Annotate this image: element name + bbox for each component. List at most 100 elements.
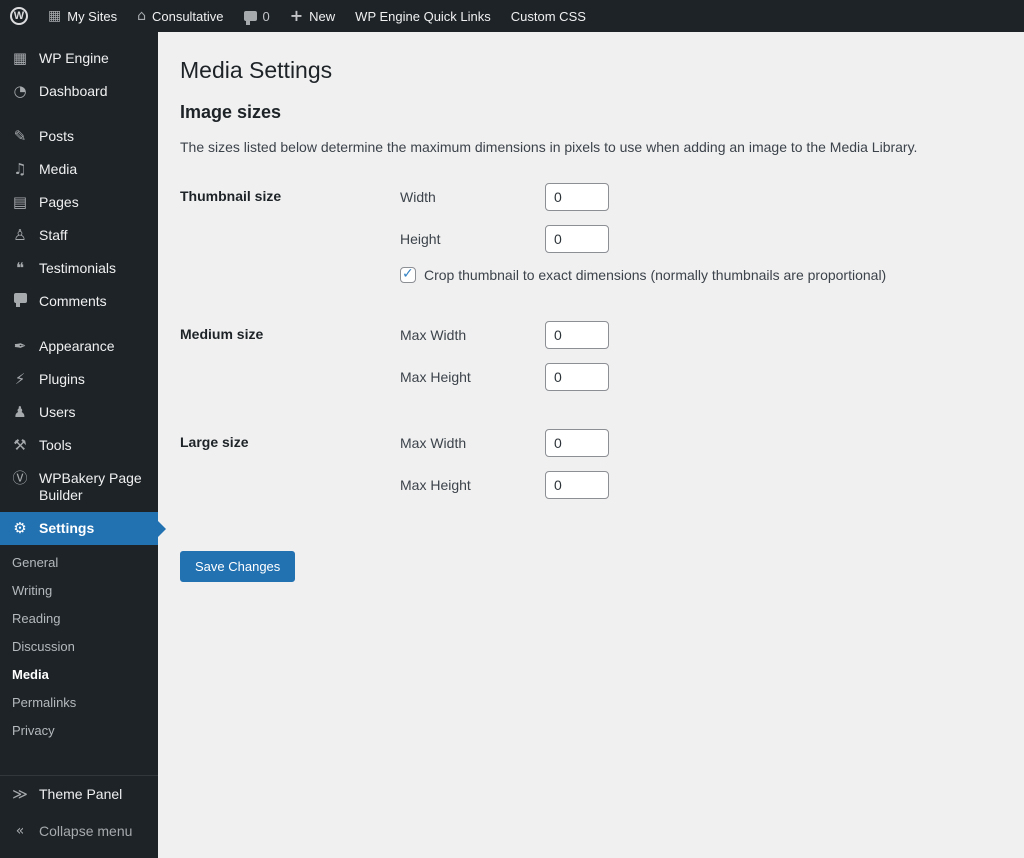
admin-sidebar: ▦ WP Engine ◔ Dashboard ✎ Posts ♫ Media … bbox=[0, 32, 158, 858]
submenu-item-general[interactable]: General bbox=[0, 549, 158, 577]
collapse-arrow-icon: « bbox=[15, 823, 25, 839]
submenu-item-permalinks[interactable]: Permalinks bbox=[0, 689, 158, 717]
wordpress-admin-screen: W ▦ My Sites ⌂ Consultative 0 + New WP E… bbox=[0, 0, 1024, 858]
thumbnail-size-label: Thumbnail size bbox=[180, 187, 282, 204]
comment-bubble-icon bbox=[10, 293, 30, 307]
plus-icon: + bbox=[289, 6, 304, 25]
sidebar-item-appearance[interactable]: ✒ Appearance bbox=[0, 330, 158, 363]
menu-separator bbox=[0, 108, 158, 120]
crop-thumbnail-label[interactable]: Crop thumbnail to exact dimensions (norm… bbox=[424, 267, 886, 283]
medium-size-fields: Max Width Max Height bbox=[400, 320, 609, 405]
large-max-height-input[interactable] bbox=[545, 470, 609, 499]
sidebar-item-label: Staff bbox=[39, 227, 68, 243]
brush-icon: ✒ bbox=[13, 337, 27, 355]
thumbnail-size-fields: Width Height Crop thumbnail to exact dim… bbox=[400, 182, 886, 297]
plugin-icon: ⚡ bbox=[14, 370, 26, 388]
height-label: Height bbox=[400, 230, 441, 247]
custom-css-menu[interactable]: Custom CSS bbox=[501, 0, 596, 32]
custom-css-label: Custom CSS bbox=[510, 8, 586, 24]
large-max-width-line: Max Width bbox=[400, 428, 609, 457]
sidebar-item-settings[interactable]: ⚙ Settings bbox=[0, 512, 158, 545]
large-size-row: Large size Max Width Max Height bbox=[180, 428, 1002, 513]
crop-thumbnail-checkbox[interactable] bbox=[400, 266, 416, 283]
max-width-label: Max Width bbox=[400, 434, 467, 451]
sidebar-item-users[interactable]: ♟ Users bbox=[0, 396, 158, 429]
thumbnail-size-row: Thumbnail size Width Height Crop thumbna… bbox=[180, 182, 1002, 297]
sidebar-item-label: Dashboard bbox=[39, 83, 108, 99]
sidebar-item-label: Pages bbox=[39, 194, 79, 210]
site-name-menu[interactable]: ⌂ Consultative bbox=[127, 0, 233, 32]
sidebar-item-label: Media bbox=[39, 161, 78, 177]
wordpress-logo-menu[interactable]: W bbox=[0, 0, 38, 32]
submenu-item-reading[interactable]: Reading bbox=[0, 605, 158, 633]
dashboard-gauge-icon: ◔ bbox=[13, 82, 27, 100]
sidebar-item-pages[interactable]: ▤ Pages bbox=[0, 186, 158, 219]
pages-icon: ▤ bbox=[12, 193, 28, 211]
max-width-label: Max Width bbox=[400, 326, 467, 343]
large-size-label: Large size bbox=[180, 433, 249, 450]
settings-gear-icon: ⚙ bbox=[13, 519, 27, 537]
sidebar-item-plugins[interactable]: ⚡ Plugins bbox=[0, 363, 158, 396]
width-label: Width bbox=[400, 188, 436, 205]
my-sites-menu[interactable]: ▦ My Sites bbox=[38, 0, 127, 32]
sidebar-item-wpbakery[interactable]: Ⓥ WPBakery Page Builder bbox=[0, 462, 158, 512]
sidebar-item-media[interactable]: ♫ Media bbox=[0, 153, 158, 186]
sidebar-item-dashboard[interactable]: ◔ Dashboard bbox=[0, 75, 158, 108]
new-label: New bbox=[309, 8, 336, 24]
image-sizes-description: The sizes listed below determine the max… bbox=[180, 138, 918, 155]
medium-max-width-line: Max Width bbox=[400, 320, 609, 349]
medium-max-height-input[interactable] bbox=[545, 362, 609, 391]
large-max-width-input[interactable] bbox=[545, 428, 609, 457]
sidebar-item-label: Comments bbox=[39, 293, 107, 309]
users-icon: ♟ bbox=[13, 403, 27, 421]
medium-max-height-line: Max Height bbox=[400, 362, 609, 391]
sidebar-item-testimonials[interactable]: ❝ Testimonials bbox=[0, 252, 158, 285]
max-height-label: Max Height bbox=[400, 368, 471, 385]
wp-engine-icon: ▦ bbox=[12, 49, 28, 67]
crop-thumbnail-line: Crop thumbnail to exact dimensions (norm… bbox=[400, 266, 886, 283]
sidebar-item-label: Theme Panel bbox=[39, 786, 123, 802]
submenu-item-writing[interactable]: Writing bbox=[0, 577, 158, 605]
sidebar-item-comments[interactable]: Comments bbox=[0, 285, 158, 318]
sidebar-item-label: Posts bbox=[39, 128, 75, 144]
submenu-item-discussion[interactable]: Discussion bbox=[0, 633, 158, 661]
sidebar-item-tools[interactable]: ⚒ Tools bbox=[0, 429, 158, 462]
collapse-menu-label: Collapse menu bbox=[39, 823, 133, 839]
admin-menu: ▦ WP Engine ◔ Dashboard ✎ Posts ♫ Media … bbox=[0, 32, 158, 755]
sidebar-item-label: Settings bbox=[39, 520, 95, 536]
sidebar-item-theme-panel[interactable]: ≫ Theme Panel bbox=[0, 776, 158, 813]
tools-icon: ⚒ bbox=[13, 436, 27, 454]
thumbnail-width-input[interactable] bbox=[545, 182, 609, 211]
medium-max-width-input[interactable] bbox=[545, 320, 609, 349]
main-content: Media Settings Image sizes The sizes lis… bbox=[158, 32, 1024, 858]
sidebar-item-posts[interactable]: ✎ Posts bbox=[0, 120, 158, 153]
thumbnail-height-input[interactable] bbox=[545, 224, 609, 253]
save-changes-button[interactable]: Save Changes bbox=[180, 550, 296, 582]
large-max-height-line: Max Height bbox=[400, 470, 609, 499]
max-height-label: Max Height bbox=[400, 476, 471, 493]
collapse-menu-button[interactable]: « Collapse menu bbox=[0, 813, 158, 850]
media-icon: ♫ bbox=[13, 160, 27, 178]
sidebar-item-label: WP Engine bbox=[39, 50, 109, 66]
sidebar-item-wp-engine[interactable]: ▦ WP Engine bbox=[0, 42, 158, 75]
wp-engine-quick-links-menu[interactable]: WP Engine Quick Links bbox=[345, 0, 501, 32]
admin-bar-comments[interactable]: 0 bbox=[234, 0, 280, 32]
sidebar-item-staff[interactable]: ♙ Staff bbox=[0, 219, 158, 252]
medium-size-row: Medium size Max Width Max Height bbox=[180, 320, 1002, 405]
page-title: Media Settings bbox=[180, 57, 333, 83]
wp-engine-quick-links-label: WP Engine Quick Links bbox=[355, 8, 491, 24]
admin-bar-new[interactable]: + New bbox=[280, 0, 345, 32]
sidebar-item-label: WPBakery Page Builder bbox=[39, 470, 142, 503]
site-name-label: Consultative bbox=[151, 8, 224, 24]
wpbakery-icon: Ⓥ bbox=[12, 469, 28, 487]
medium-size-label: Medium size bbox=[180, 325, 264, 342]
theme-panel-icon: ≫ bbox=[12, 785, 28, 803]
submenu-item-media[interactable]: Media bbox=[0, 661, 158, 689]
comments-count: 0 bbox=[262, 8, 270, 24]
image-sizes-heading: Image sizes bbox=[180, 101, 282, 122]
submenu-item-privacy[interactable]: Privacy bbox=[0, 717, 158, 745]
home-icon: ⌂ bbox=[137, 8, 146, 24]
thumbnail-height-line: Height bbox=[400, 224, 886, 253]
admin-bar: W ▦ My Sites ⌂ Consultative 0 + New WP E… bbox=[0, 0, 1024, 32]
my-sites-label: My Sites bbox=[67, 8, 118, 24]
